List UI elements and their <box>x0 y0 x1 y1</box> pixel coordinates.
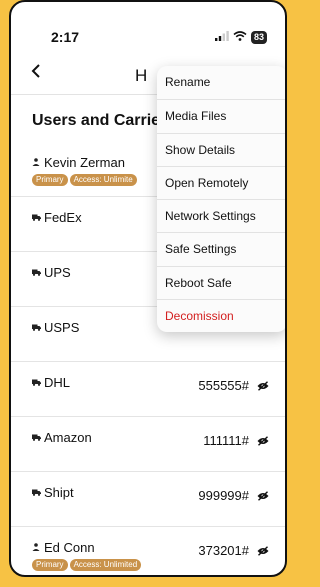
menu-item-open-remotely[interactable]: Open Remotely <box>157 165 285 199</box>
truck-icon <box>32 378 41 388</box>
status-time: 2:17 <box>51 29 80 45</box>
menu-item-rename[interactable]: Rename <box>157 66 285 99</box>
list-item[interactable]: Shipt 999999# <box>11 471 285 526</box>
list-item-label: Kevin Zerman <box>44 155 125 170</box>
list-item[interactable]: DHL 555555# <box>11 361 285 416</box>
page-title: H <box>135 66 148 85</box>
signal-bars-icon <box>214 28 229 46</box>
wifi-icon <box>233 28 247 46</box>
list-item-label: Amazon <box>44 430 92 445</box>
truck-icon <box>32 268 41 278</box>
status-badge: Access: Unlimited <box>69 559 142 571</box>
truck-icon <box>32 488 41 498</box>
access-code: 555555# <box>198 378 249 393</box>
access-code: 111111# <box>203 433 249 448</box>
status-badge: Primary <box>32 174 68 186</box>
eye-slash-icon[interactable] <box>257 543 269 561</box>
list-item[interactable]: Amazon 111111# <box>11 416 285 471</box>
battery-indicator: 83 <box>250 30 267 44</box>
person-icon <box>32 543 40 553</box>
options-menu: Rename Media Files Show Details Open Remote… <box>157 66 285 333</box>
status-badge: Access: Unlimite <box>69 174 137 186</box>
menu-item-network-settings[interactable]: Network Settings <box>157 199 285 232</box>
section-title: Users and Carrie <box>32 112 161 129</box>
access-code: 373201# <box>198 543 249 558</box>
truck-icon <box>32 323 41 333</box>
menu-item-decomission[interactable]: Decomission <box>157 299 285 332</box>
phone-screen: 2:17 83 H Users and Carrie Kevin Zerman … <box>9 0 287 577</box>
eye-slash-icon[interactable] <box>257 488 269 506</box>
person-icon <box>32 158 40 168</box>
list-item-label: UPS <box>44 265 71 280</box>
list-item[interactable]: Ed Conn 373201# Primary Access: Unlimited <box>11 526 285 575</box>
list-item-label: USPS <box>44 320 80 335</box>
badge-group: Primary Access: Unlimited <box>32 559 142 571</box>
status-bar: 2:17 83 <box>11 2 285 56</box>
menu-item-safe-settings[interactable]: Safe Settings <box>157 232 285 265</box>
list-item-label: Shipt <box>44 485 74 500</box>
menu-item-media-files[interactable]: Media Files <box>157 99 285 132</box>
badge-group: Primary Access: Unlimite <box>32 174 137 186</box>
list-item-label: FedEx <box>44 210 82 225</box>
access-code: 999999# <box>198 488 249 503</box>
truck-icon <box>32 213 41 223</box>
list-item-label: DHL <box>44 375 71 390</box>
list-item-label: Ed Conn <box>44 540 95 555</box>
status-badge: Primary <box>32 559 68 571</box>
menu-item-show-details[interactable]: Show Details <box>157 132 285 166</box>
truck-icon <box>32 433 41 443</box>
status-icons: 83 <box>214 28 267 46</box>
chevron-left-icon[interactable] <box>31 62 41 85</box>
menu-item-reboot-safe[interactable]: Reboot Safe <box>157 265 285 299</box>
eye-slash-icon[interactable] <box>257 378 269 396</box>
eye-slash-icon[interactable] <box>257 433 269 451</box>
